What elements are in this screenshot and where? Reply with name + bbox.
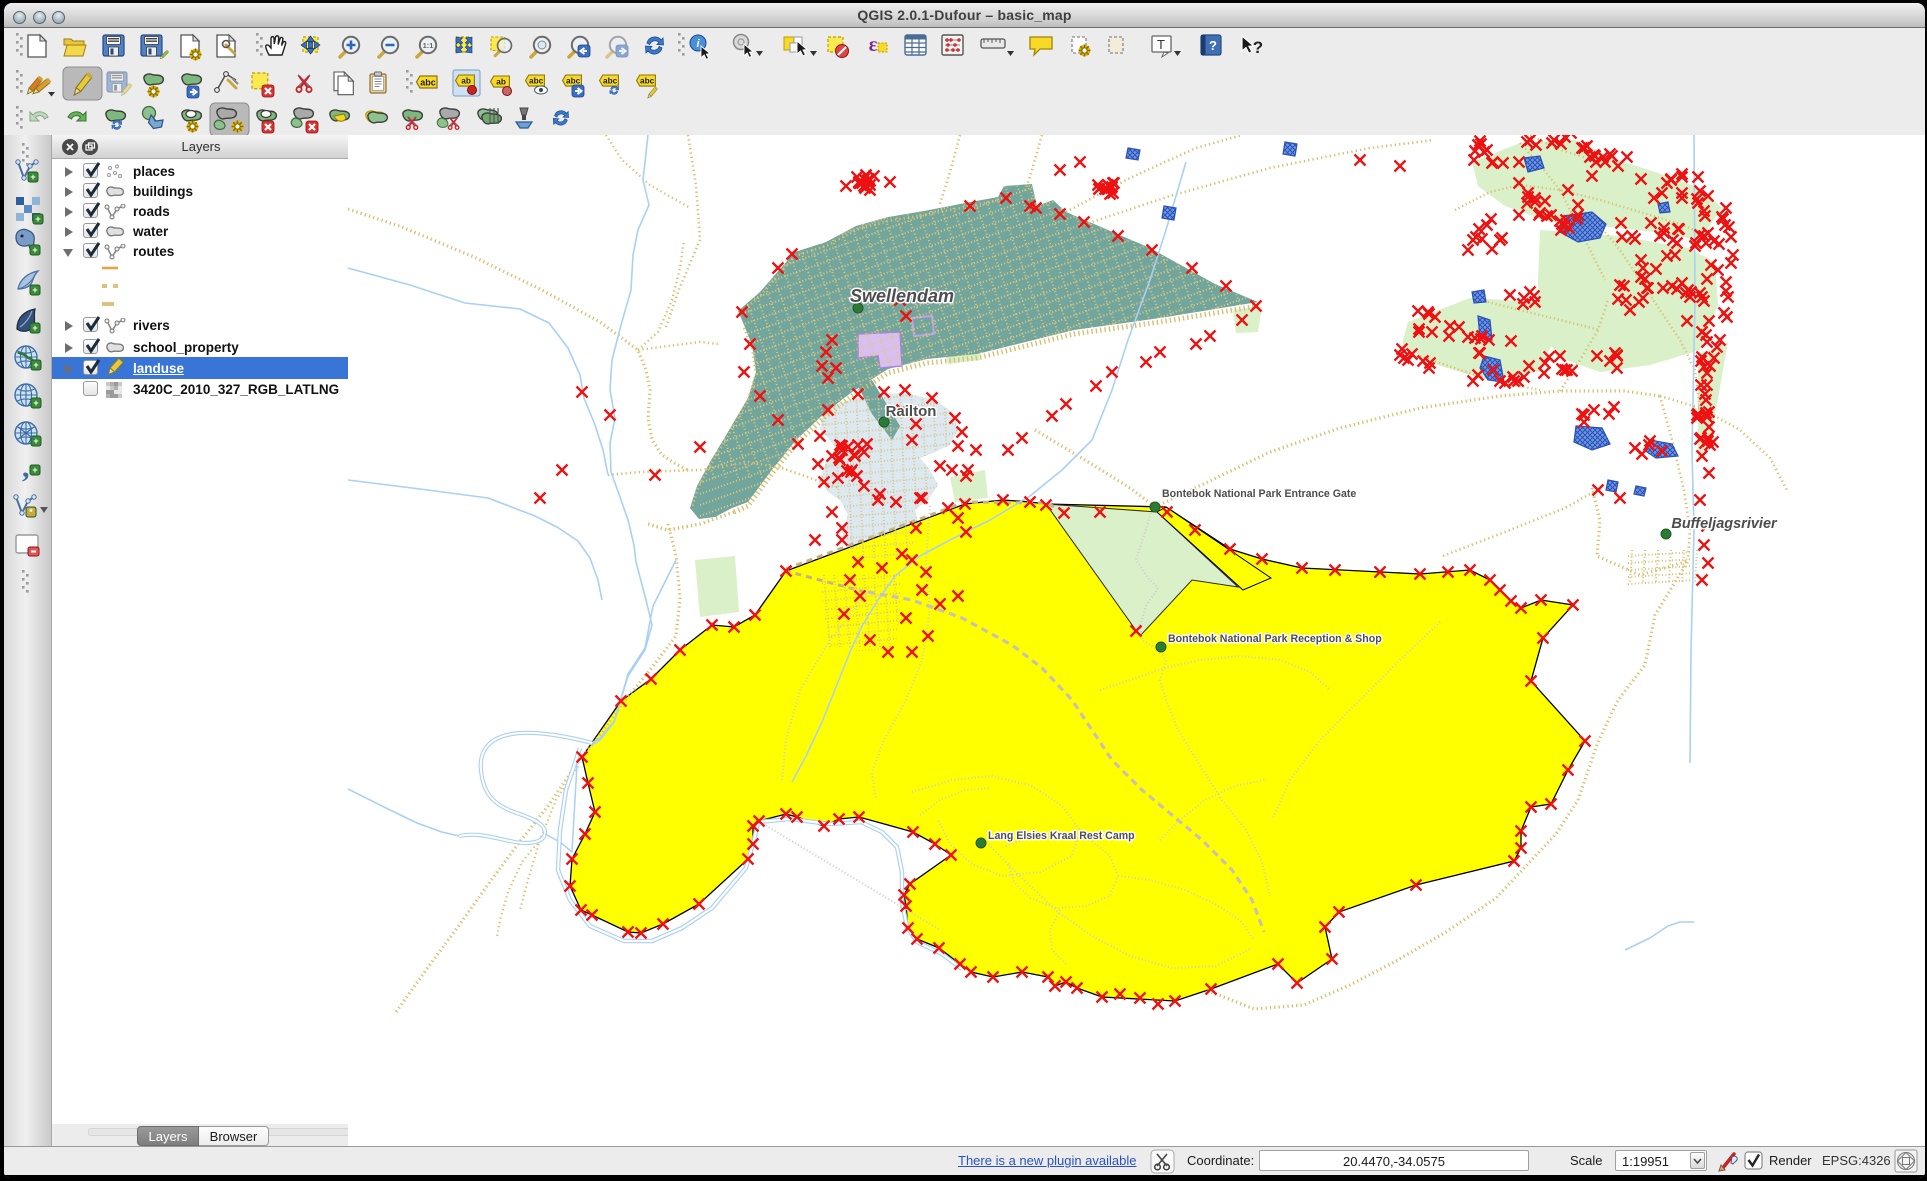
svg-text:ab: ab (461, 77, 471, 86)
svg-text:+: + (32, 323, 37, 333)
svg-text:+: + (32, 465, 37, 475)
svg-text:Railton: Railton (886, 403, 937, 420)
svg-text:+: + (33, 360, 38, 370)
svg-text:?: ? (1253, 38, 1263, 57)
svg-text:ab: ab (496, 78, 506, 87)
svg-text:+: + (30, 172, 35, 182)
svg-text:1:1: 1:1 (423, 41, 434, 50)
svg-text:+: + (33, 436, 38, 446)
svg-text:?: ? (1209, 38, 1217, 53)
svg-text:abc: abc (566, 77, 581, 86)
svg-text:+: + (32, 285, 37, 295)
svg-text:abc: abc (640, 77, 655, 86)
svg-text:,: , (22, 451, 30, 484)
svg-text:abc: abc (603, 77, 618, 86)
svg-text:abc: abc (420, 78, 436, 88)
svg-text:+: + (32, 245, 37, 255)
svg-text:+: + (33, 398, 38, 408)
svg-text:*: * (29, 507, 33, 517)
svg-text:Swellendam: Swellendam (850, 286, 954, 306)
svg-text:Bontebok National Park Recepti: Bontebok National Park Reception & Shop (1168, 633, 1382, 645)
svg-text:Lang Elsies Kraal Rest Camp: Lang Elsies Kraal Rest Camp (988, 830, 1135, 842)
svg-text:ε: ε (869, 34, 878, 56)
svg-text:Bontebok National Park Entranc: Bontebok National Park Entrance Gate (1162, 488, 1356, 500)
svg-text:T: T (1157, 37, 1165, 52)
svg-text:Buffeljagsrivier: Buffeljagsrivier (1671, 516, 1778, 532)
svg-text:abc: abc (529, 77, 544, 86)
svg-text:+: + (35, 214, 40, 224)
